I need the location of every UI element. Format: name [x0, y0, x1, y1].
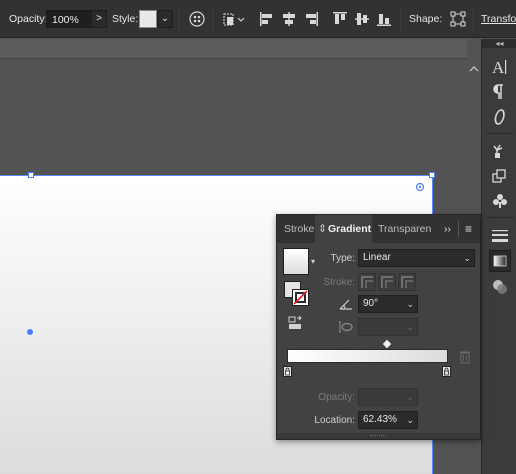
tab-gradient-label: Gradient	[328, 223, 372, 235]
gradient-panel: Stroke ⇕ Gradient Transparen ›› ≡ ▾ Type…	[276, 214, 481, 440]
opacity-arrow-button[interactable]: >	[91, 10, 107, 28]
gradient-panel-icon[interactable]	[489, 250, 511, 272]
angle-dropdown[interactable]: 90° ⌄	[358, 295, 418, 313]
svg-text:A: A	[492, 58, 505, 77]
symbols-icon[interactable]	[489, 190, 511, 212]
live-corner-widget-icon[interactable]	[415, 182, 425, 192]
gradient-preview-caret[interactable]: ▾	[311, 257, 315, 266]
grip-dots	[370, 435, 386, 437]
opacity-input[interactable]: 100%	[46, 10, 92, 28]
tab-divider	[458, 221, 459, 237]
canvas-top-area	[0, 39, 467, 59]
vertical-align-top-icon[interactable]	[331, 10, 349, 28]
toolbar-separator	[212, 6, 213, 32]
horizontal-align-right-icon[interactable]	[302, 10, 320, 28]
paragraph-icon[interactable]	[489, 81, 511, 103]
recolor-artwork-icon[interactable]	[188, 10, 206, 28]
dock-separator	[486, 133, 514, 134]
align-to-selection-icon[interactable]	[222, 10, 246, 28]
chevron-down-icon: ⌄	[406, 415, 414, 425]
stop-opacity-dropdown: ⌄	[358, 388, 418, 406]
control-bar: Opacity: 100% > Style: ⌄ Shape: Transfo	[0, 0, 516, 38]
location-dropdown[interactable]: 62.43% ⌄	[358, 411, 418, 429]
dock-separator	[486, 217, 514, 218]
vertical-align-center-icon[interactable]	[353, 10, 371, 28]
shape-label: Shape:	[409, 13, 443, 25]
opentype-icon[interactable]	[489, 106, 511, 128]
reverse-gradient-icon[interactable]	[287, 315, 303, 331]
opacity-label: Opacity:	[9, 13, 48, 25]
delete-stop-icon[interactable]	[459, 350, 471, 364]
panel-menu-button[interactable]: ≡	[465, 215, 472, 243]
tab-sort-icon: ⇕	[318, 223, 327, 235]
chevron-down-icon: ⌄	[406, 299, 414, 309]
toolbar-separator	[400, 6, 401, 32]
aspect-ratio-icon	[338, 320, 354, 334]
stroke-along-icon	[378, 273, 396, 291]
horizontal-align-center-icon[interactable]	[280, 10, 298, 28]
transparency-panel-icon[interactable]	[489, 276, 511, 298]
shape-properties-icon[interactable]	[449, 10, 467, 28]
brushes-icon[interactable]	[489, 139, 511, 161]
panel-resize-grip[interactable]	[277, 433, 480, 439]
panel-dock: ◂◂ A	[481, 39, 516, 474]
gradient-slider[interactable]	[287, 349, 448, 363]
stroke-within-icon	[358, 273, 376, 291]
more-panels-button[interactable]: ››	[444, 215, 451, 243]
aspect-ratio-dropdown: ⌄	[358, 318, 418, 336]
chevron-down-icon: ⌄	[406, 392, 414, 402]
tab-transparency[interactable]: Transparen	[378, 215, 431, 243]
selection-handle-top-right[interactable]	[429, 172, 435, 178]
selection-handle-top[interactable]	[28, 172, 34, 178]
toolbar-separator	[179, 6, 180, 32]
gradient-midpoint-diamond[interactable]	[382, 339, 392, 349]
scroll-up-icon[interactable]	[467, 63, 481, 75]
horizontal-align-left-icon[interactable]	[258, 10, 276, 28]
character-icon[interactable]: A	[489, 56, 511, 78]
style-dropdown-button[interactable]: ⌄	[157, 10, 173, 28]
vertical-align-bottom-icon[interactable]	[375, 10, 393, 28]
stroke-panel-icon[interactable]	[489, 224, 511, 246]
tab-gradient[interactable]: ⇕ Gradient	[315, 215, 372, 243]
angle-icon	[338, 297, 354, 311]
panel-tab-bar: Stroke ⇕ Gradient Transparen ›› ≡	[277, 215, 480, 243]
center-point-icon	[27, 329, 33, 335]
location-value[interactable]: 62.43%	[363, 414, 397, 425]
gradient-type-value: Linear	[363, 252, 391, 263]
location-label: Location:	[314, 415, 355, 426]
gradient-preview-swatch[interactable]	[283, 248, 309, 275]
no-stroke-icon	[293, 290, 308, 305]
gradient-stop-left[interactable]	[283, 366, 292, 377]
gradient-stop-right[interactable]	[442, 366, 451, 377]
dock-collapse-button[interactable]: ◂◂	[482, 39, 516, 48]
gradient-type-dropdown[interactable]: Linear ⌄	[358, 249, 475, 267]
transform-link[interactable]: Transform	[481, 13, 516, 25]
stroke-label: Stroke:	[323, 277, 355, 288]
stroke-swatch[interactable]	[292, 289, 309, 306]
toolbar-separator	[473, 6, 474, 32]
type-label: Type:	[330, 253, 355, 264]
style-label: Style:	[112, 13, 139, 25]
opacity-label: Opacity:	[318, 392, 355, 403]
angle-value: 90°	[363, 298, 379, 309]
chevron-down-icon: ⌄	[463, 253, 471, 263]
tab-stroke[interactable]: Stroke	[284, 215, 314, 243]
chevron-down-icon: ⌄	[406, 322, 414, 332]
stroke-across-icon	[398, 273, 416, 291]
graphic-style-swatch[interactable]	[139, 10, 157, 28]
graphic-styles-icon[interactable]	[489, 165, 511, 187]
